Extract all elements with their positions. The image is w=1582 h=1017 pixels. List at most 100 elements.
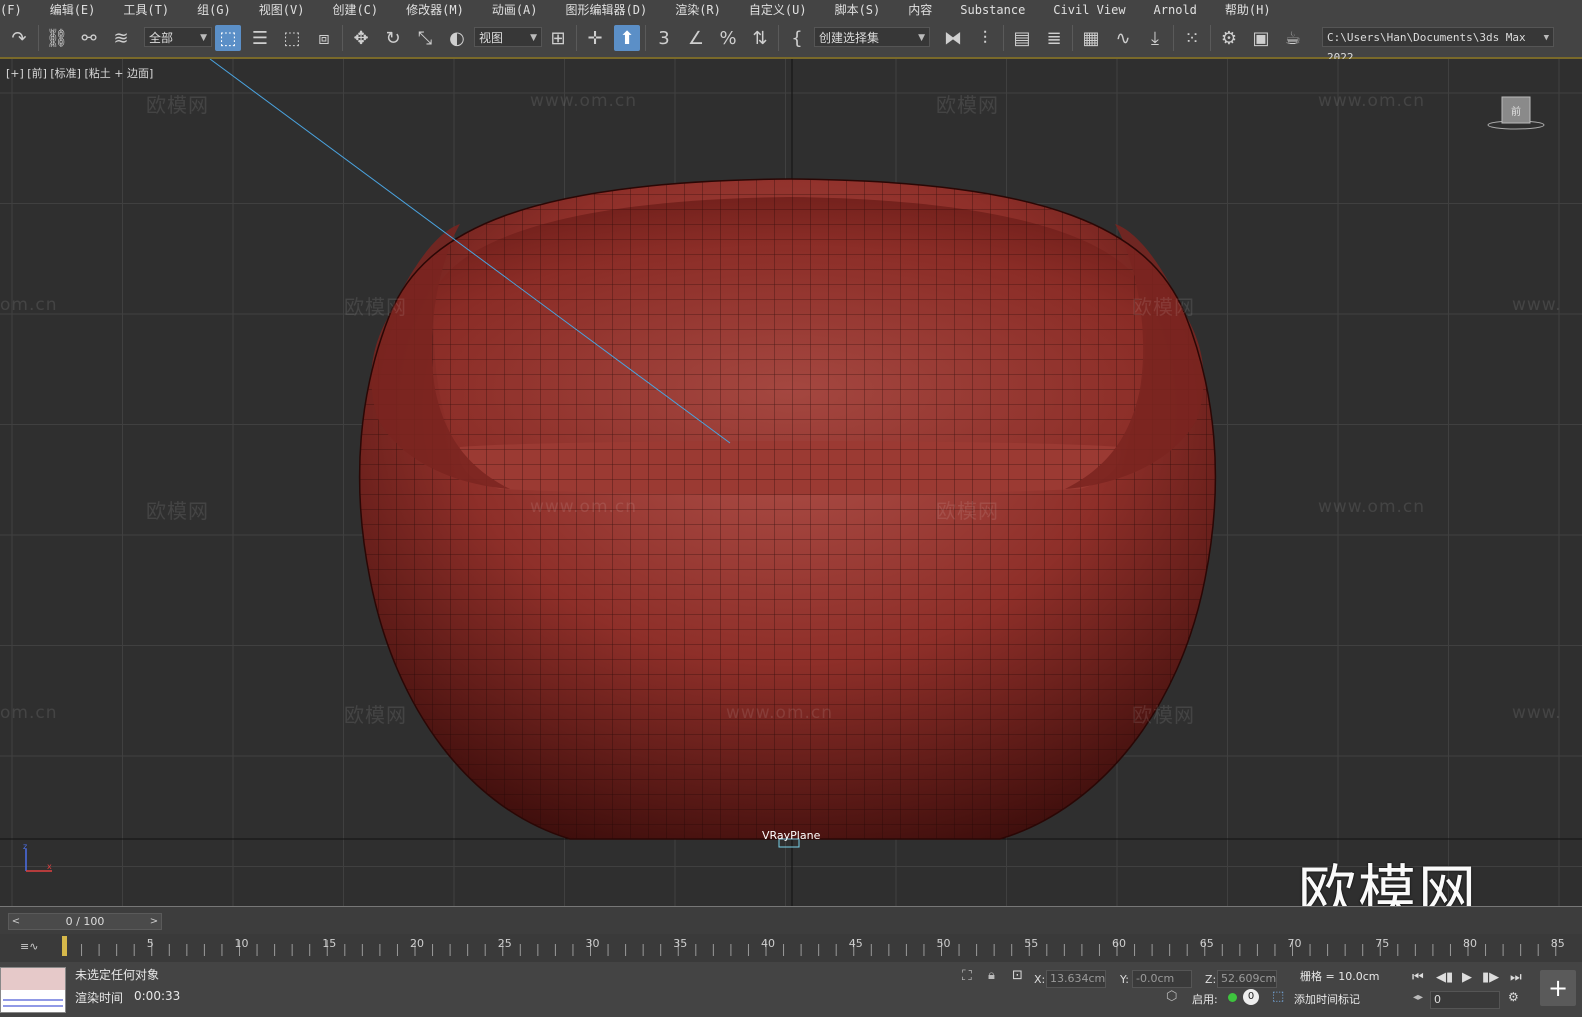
watermark: www.om.cn [726, 703, 834, 723]
menu-item[interactable]: 内容 [894, 1, 946, 18]
scale-icon[interactable]: ⤡ [412, 25, 438, 51]
watermark: 欧模网 [344, 703, 407, 727]
go-to-end-icon[interactable]: ⏭ [1510, 970, 1522, 985]
keyboard-shortcut-icon[interactable]: ✛ [582, 25, 608, 51]
toggle-ribbon-icon[interactable]: ▦ [1078, 25, 1104, 51]
render-setup-icon[interactable]: ⚙ [1216, 25, 1242, 51]
link-icon[interactable]: ⛓ [44, 25, 70, 51]
ruler-tick-label: 10 [234, 937, 249, 950]
watermark: www.om.cn [530, 497, 638, 517]
watermark: om.cn [0, 703, 58, 723]
z-coord-field[interactable]: 52.609cm [1217, 970, 1277, 988]
rendered-frame-icon[interactable]: ▣ [1248, 25, 1274, 51]
edit-named-sets-icon[interactable]: { [784, 25, 810, 51]
enable-status-dot [1228, 993, 1237, 1002]
abs-mode-icon[interactable]: ⊡ [1012, 968, 1023, 983]
ruler-tick-label: 50 [936, 937, 951, 950]
prev-frame-arrow-icon[interactable]: < [9, 914, 23, 929]
scene-explorer-icon[interactable]: ▤ [1009, 25, 1035, 51]
isolate-icon[interactable]: ⛶ [962, 968, 972, 984]
project-path-dropdown[interactable]: C:\Users\Han\Documents\3ds Max 2022 ▼ [1322, 27, 1554, 64]
unlink-icon[interactable]: ⚯ [76, 25, 102, 51]
placement-icon[interactable]: ◐ [444, 25, 470, 51]
menu-item[interactable]: 帮助(H) [1211, 1, 1285, 18]
maxscript-mini-listener[interactable] [0, 967, 66, 1013]
next-frame-icon[interactable]: ▮▶︎ [1482, 970, 1499, 985]
window-crossing-icon[interactable]: ⧈ [311, 25, 337, 51]
x-coord-field[interactable]: 13.634cm [1046, 970, 1106, 988]
layer-explorer-icon[interactable]: ≣ [1041, 25, 1067, 51]
time-tag-icon[interactable]: ⬚ [1272, 989, 1284, 1004]
ruler-tick-label: 25 [497, 937, 512, 950]
snaps-toggle-icon[interactable]: 3 [651, 25, 677, 51]
time-slider[interactable]: < 0 / 100 > [8, 913, 162, 930]
menu-item[interactable]: 脚本(S) [821, 1, 895, 18]
add-icon[interactable]: + [1540, 970, 1576, 1006]
pivot-icon[interactable]: ⊞ [545, 25, 571, 51]
angle-snap-icon[interactable]: ∠ [683, 25, 709, 51]
menu-item[interactable]: 视图(V) [245, 1, 319, 18]
track-bar[interactable]: ≡∿ 5 10 15 20 25 30 35 40 45 50 55 60 65 70 75 80 85 [0, 934, 1582, 962]
menu-item[interactable]: Civil View [1039, 3, 1139, 17]
y-label: Y: [1120, 973, 1129, 986]
ruler-tick-label: 75 [1375, 937, 1390, 950]
chair-model[interactable] [340, 169, 1240, 849]
go-to-start-icon[interactable]: ⏮ [1412, 970, 1424, 985]
menu-item[interactable]: (F) [0, 3, 36, 17]
mirror-icon[interactable]: ⧓ [940, 25, 966, 51]
time-config-icon[interactable]: ⚙ [1508, 990, 1519, 1004]
menu-item[interactable]: 创建(C) [318, 1, 392, 18]
rotate-icon[interactable]: ↻ [380, 25, 406, 51]
selection-status: 未选定任何对象 [75, 968, 160, 982]
front-viewport[interactable]: z x [+] [前] [标准] [粘土 + 边面] 欧模网 www.om.cn… [0, 59, 1582, 906]
select-object-icon[interactable]: ⬚ [215, 25, 241, 51]
bind-space-warp-icon[interactable]: ≋ [108, 25, 134, 51]
viewcube[interactable]: 前 [1486, 95, 1546, 135]
watermark: www. [1512, 703, 1562, 723]
select-by-name-icon[interactable]: ☰ [247, 25, 273, 51]
add-time-tag[interactable]: 添加时间标记 [1294, 991, 1360, 1007]
named-selection-dropdown[interactable]: 创建选择集 ▼ [814, 27, 930, 47]
ruler-tick-label: 55 [1024, 937, 1039, 950]
spinner-snap-icon[interactable]: ⇅ [747, 25, 773, 51]
ruler-tick-label: 5 [146, 937, 154, 950]
redo-icon[interactable]: ↷ [6, 25, 32, 51]
menu-item[interactable]: 图形编辑器(D) [552, 1, 662, 18]
viewport-label[interactable]: [+] [前] [标准] [粘土 + 边面] [6, 65, 153, 81]
schematic-view-icon[interactable]: ⁙ [1179, 25, 1205, 51]
svg-text:z: z [23, 842, 27, 851]
percent-snap-icon[interactable]: % [715, 25, 741, 51]
menu-item[interactable]: Arnold [1140, 3, 1211, 17]
selection-filter-dropdown[interactable]: 全部 ▼ [144, 27, 212, 47]
curve-editor-icon[interactable]: ∿ [1110, 25, 1136, 51]
rect-selection-icon[interactable]: ⬚ [279, 25, 305, 51]
z-label: Z: [1205, 973, 1217, 986]
key-mode-icon[interactable]: ◂▸ [1413, 992, 1423, 1003]
previous-frame-icon[interactable]: ◀︎▮ [1436, 970, 1453, 985]
render-teapot-icon[interactable]: ☕ [1280, 25, 1306, 51]
menu-item[interactable]: 工具(T) [109, 1, 183, 18]
snap-toggle-icon[interactable]: ⬆ [614, 25, 640, 51]
menu-item[interactable]: 渲染(R) [661, 1, 735, 18]
menu-item[interactable]: 编辑(E) [36, 1, 110, 18]
curve-editor-toggle-icon[interactable]: ≡∿ [20, 940, 38, 953]
dope-sheet-icon[interactable]: ⤓ [1142, 25, 1168, 51]
enable-count-badge[interactable]: 0 [1243, 989, 1259, 1005]
vray-plane-label: VRayPlane [762, 829, 821, 842]
play-icon[interactable]: ▶︎ [1462, 970, 1472, 985]
menu-item[interactable]: 动画(A) [478, 1, 552, 18]
menu-item[interactable]: 自定义(U) [735, 1, 821, 18]
menu-item[interactable]: Substance [946, 3, 1039, 17]
move-icon[interactable]: ✥ [348, 25, 374, 51]
lock-icon[interactable]: 🔒︎ [988, 968, 995, 983]
menu-item[interactable]: 组(G) [183, 1, 245, 18]
next-frame-arrow-icon[interactable]: > [147, 914, 161, 929]
ref-coord-dropdown[interactable]: 视图 ▼ [474, 27, 542, 47]
current-frame-field[interactable]: 0 [1430, 991, 1500, 1009]
y-coord-field[interactable]: -0.0cm [1132, 970, 1192, 988]
adaptive-degradation-icon[interactable]: ⬡ [1166, 989, 1177, 1004]
align-icon[interactable]: ⫶ [972, 25, 998, 51]
status-bar: 未选定任何对象 渲染时间 0:00:33 ⛶ 🔒︎ ⊡ X: 13.634cm … [0, 962, 1582, 1017]
ruler-tick-label: 60 [1112, 937, 1126, 950]
menu-item[interactable]: 修改器(M) [392, 1, 478, 18]
